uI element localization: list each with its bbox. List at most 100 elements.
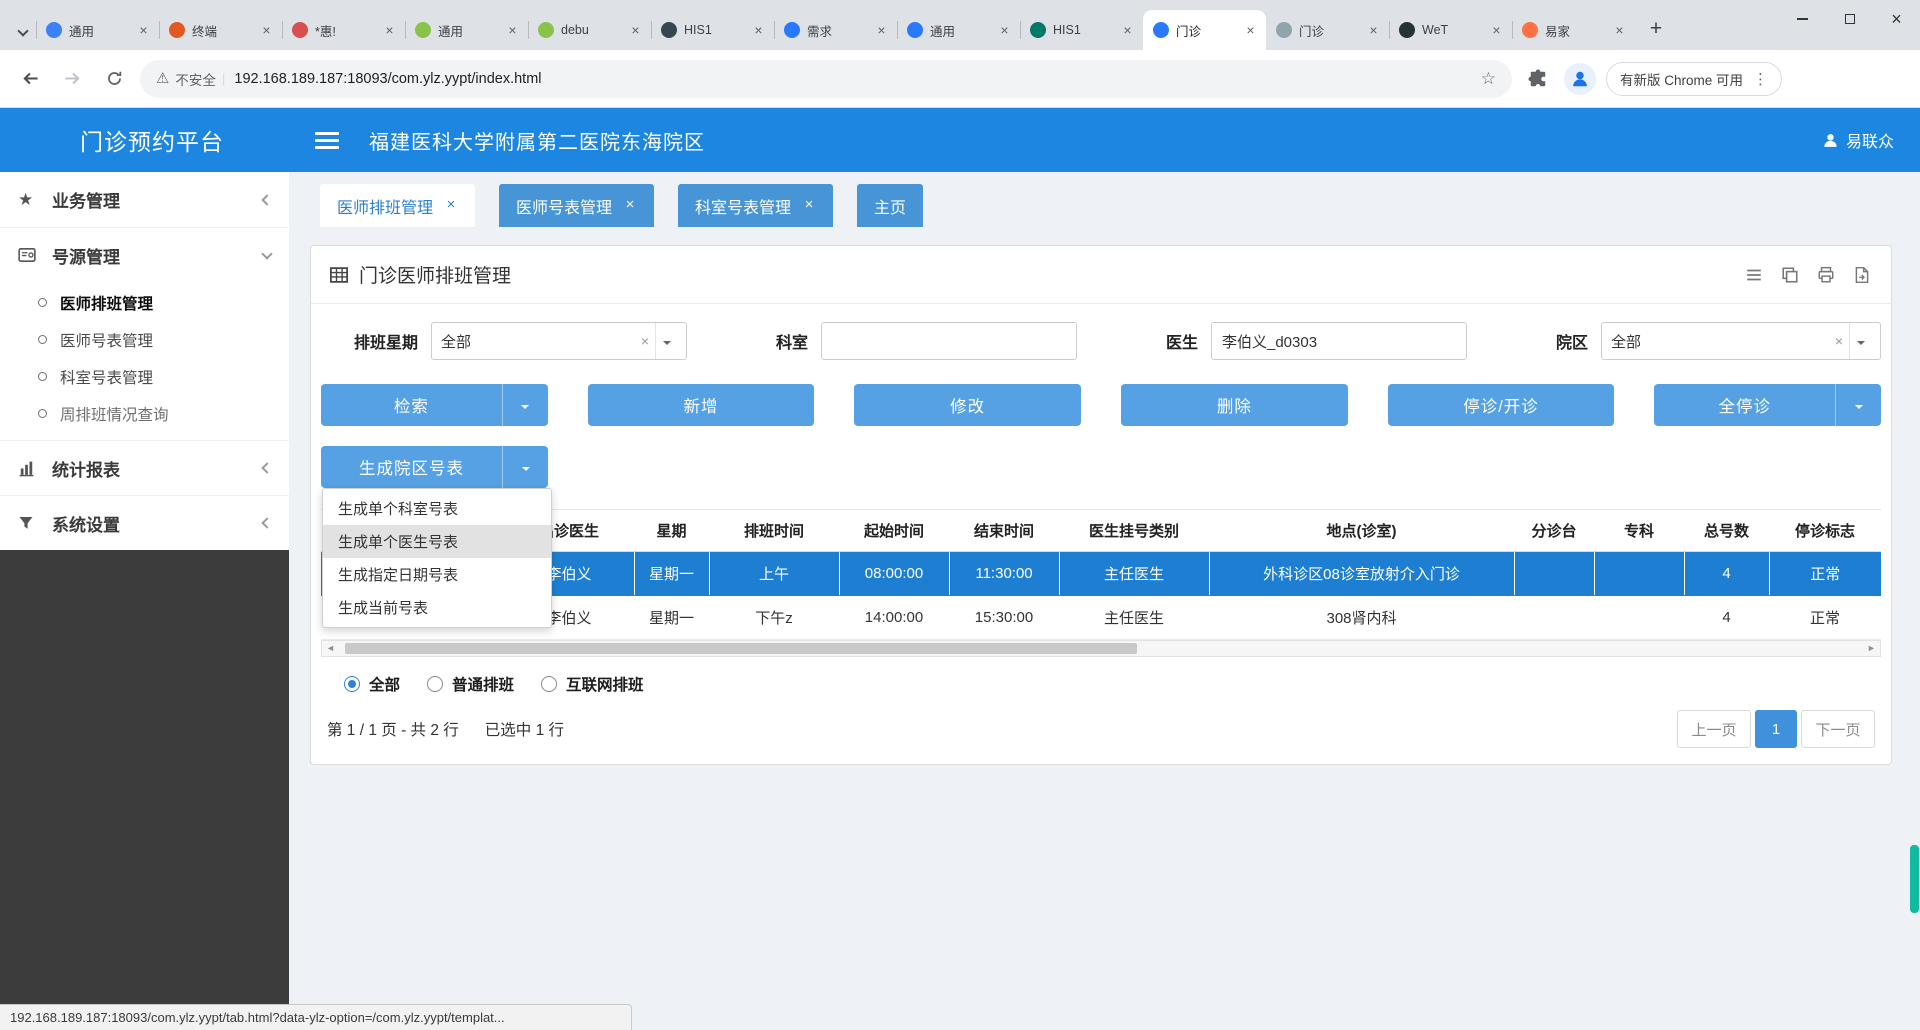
new-tab-button[interactable] [1641,14,1671,44]
menu-item-specified-date[interactable]: 生成指定日期号表 [323,558,551,591]
doctor-input[interactable] [1211,322,1467,360]
tab-close-icon[interactable] [873,22,890,39]
browser-tab[interactable]: *惠! [282,10,405,50]
generate-dropdown-caret[interactable] [502,446,548,488]
profile-avatar[interactable] [1564,62,1596,95]
tab-close-icon[interactable] [1488,22,1505,39]
edit-button[interactable]: 修改 [854,384,1082,426]
menu-item-current[interactable]: 生成当前号表 [323,591,551,624]
browser-tab-active[interactable]: 门诊 [1143,10,1266,50]
workspace-tab-doctor-slot-table[interactable]: 医师号表管理 [499,184,655,227]
menu-kebab-icon[interactable] [1753,70,1768,88]
week-select[interactable]: 全部 [431,322,687,360]
tab-close-icon[interactable] [623,197,637,214]
caret-down-icon[interactable] [1849,323,1871,359]
menu-item-single-dept[interactable]: 生成单个科室号表 [323,492,551,525]
tab-close-icon[interactable] [381,22,398,39]
tab-close-icon[interactable] [1611,22,1628,39]
maximize-button[interactable] [1826,0,1873,38]
sidebar-group-slot-source[interactable]: 号源管理 [0,227,289,282]
tab-close-icon[interactable] [627,22,644,39]
tab-close-icon[interactable] [1365,22,1382,39]
sidebar-item-doctor-schedule[interactable]: 医师排班管理 [0,284,289,321]
tab-close-icon[interactable] [258,22,275,39]
copy-icon[interactable] [1779,264,1801,286]
sidebar-item-doctor-slot-table[interactable]: 医师号表管理 [0,321,289,358]
campus-select[interactable]: 全部 [1601,322,1881,360]
forward-button[interactable] [56,63,88,95]
stop-open-clinic-button[interactable]: 停诊/开诊 [1387,384,1615,426]
url-text[interactable]: 192.168.189.187:18093/com.ylz.yypt/index… [234,71,1471,87]
add-button[interactable]: 新增 [587,384,815,426]
delete-button[interactable]: 删除 [1121,384,1348,426]
radio-internet-schedule[interactable]: 互联网排班 [541,673,644,695]
browser-tab[interactable]: HIS1 [1020,10,1143,50]
tab-close-icon[interactable] [135,22,152,39]
radio-all[interactable]: 全部 [344,673,400,695]
radio-normal-schedule[interactable]: 普通排班 [427,673,514,695]
workspace-tab-dept-slot-table[interactable]: 科室号表管理 [678,184,834,227]
sidebar-item-dept-slot-table[interactable]: 科室号表管理 [0,358,289,395]
bookmark-star-icon[interactable] [1481,69,1496,89]
security-indicator[interactable]: 不安全 | [156,69,225,89]
minimize-button[interactable] [1779,0,1826,38]
sidebar-toggle-button[interactable] [315,131,339,149]
sidebar-group-business[interactable]: ★ 业务管理 [0,172,289,227]
forward-icon [64,72,80,85]
browser-tab[interactable]: WeT [1389,10,1512,50]
browser-tab[interactable]: HIS1 [651,10,774,50]
tab-close-icon[interactable] [996,22,1013,39]
clear-icon[interactable] [635,333,655,349]
table-row[interactable]: 李伯义 星期一 下午z 14:00:00 15:30:00 主任医生 308肾内… [321,595,1881,640]
close-button[interactable]: × [1873,0,1920,38]
browser-tab[interactable]: 通用 [36,10,159,50]
tab-close-icon[interactable] [750,22,767,39]
browser-tab[interactable]: 易家 [1512,10,1635,50]
user-menu[interactable]: 易联众 [1822,128,1894,152]
browser-tab[interactable]: 需求 [774,10,897,50]
browser-tab[interactable]: 门诊 [1266,10,1389,50]
scroll-right-arrow[interactable]: ► [1863,641,1880,656]
caret-down-icon[interactable] [655,323,677,359]
page-scrollbar-thumb[interactable] [1910,845,1919,913]
export-icon[interactable] [1851,264,1873,286]
tab-close-icon[interactable] [444,197,458,214]
stop-all-button[interactable]: 全停诊 [1654,384,1882,426]
menu-item-single-doctor[interactable]: 生成单个医生号表 [323,525,551,558]
horizontal-scrollbar[interactable]: ◄ ► [321,640,1881,657]
back-button[interactable] [14,63,46,95]
list-view-icon[interactable] [1743,264,1765,286]
prev-page-button[interactable]: 上一页 [1677,710,1751,748]
page-1-button[interactable]: 1 [1755,710,1797,748]
browser-tab[interactable]: 终端 [159,10,282,50]
print-icon[interactable] [1815,264,1837,286]
tab-close-icon[interactable] [1242,22,1259,39]
search-dropdown-caret[interactable] [501,384,548,426]
workspace-tab-home[interactable]: 主页 [857,184,924,227]
address-bar[interactable]: 不安全 | 192.168.189.187:18093/com.ylz.yypt/… [140,59,1512,98]
refresh-button[interactable] [98,63,130,95]
tab-close-icon[interactable] [1119,22,1136,39]
sidebar-item-week-schedule-query[interactable]: 周排班情况查询 [0,395,289,432]
stop-all-dropdown-caret[interactable] [1835,384,1881,426]
scrollbar-track[interactable] [339,641,1863,656]
browser-tab[interactable]: 通用 [897,10,1020,50]
tab-search-button[interactable] [10,16,36,50]
dept-input[interactable] [821,322,1077,360]
scroll-left-arrow[interactable]: ◄ [322,641,339,656]
next-page-button[interactable]: 下一页 [1801,710,1875,748]
clear-icon[interactable] [1829,333,1849,349]
search-button[interactable]: 检索 [321,384,548,426]
browser-tab[interactable]: 通用 [405,10,528,50]
chrome-update-chip[interactable]: 有新版 Chrome 可用 [1606,61,1783,96]
browser-tab[interactable]: debu [528,10,651,50]
tab-close-icon[interactable] [802,197,816,214]
extensions-button[interactable] [1522,63,1554,95]
generate-campus-slot-button[interactable]: 生成院区号表 [321,446,548,488]
scrollbar-thumb[interactable] [345,643,1138,654]
sidebar-group-settings[interactable]: 系统设置 [0,495,289,550]
workspace-tab-doctor-schedule[interactable]: 医师排班管理 [320,184,476,227]
table-row-selected[interactable]: 李伯义 星期一 上午 08:00:00 11:30:00 主任医生 外科诊区08… [321,551,1881,596]
sidebar-group-statistics[interactable]: 统计报表 [0,440,289,495]
tab-close-icon[interactable] [504,22,521,39]
